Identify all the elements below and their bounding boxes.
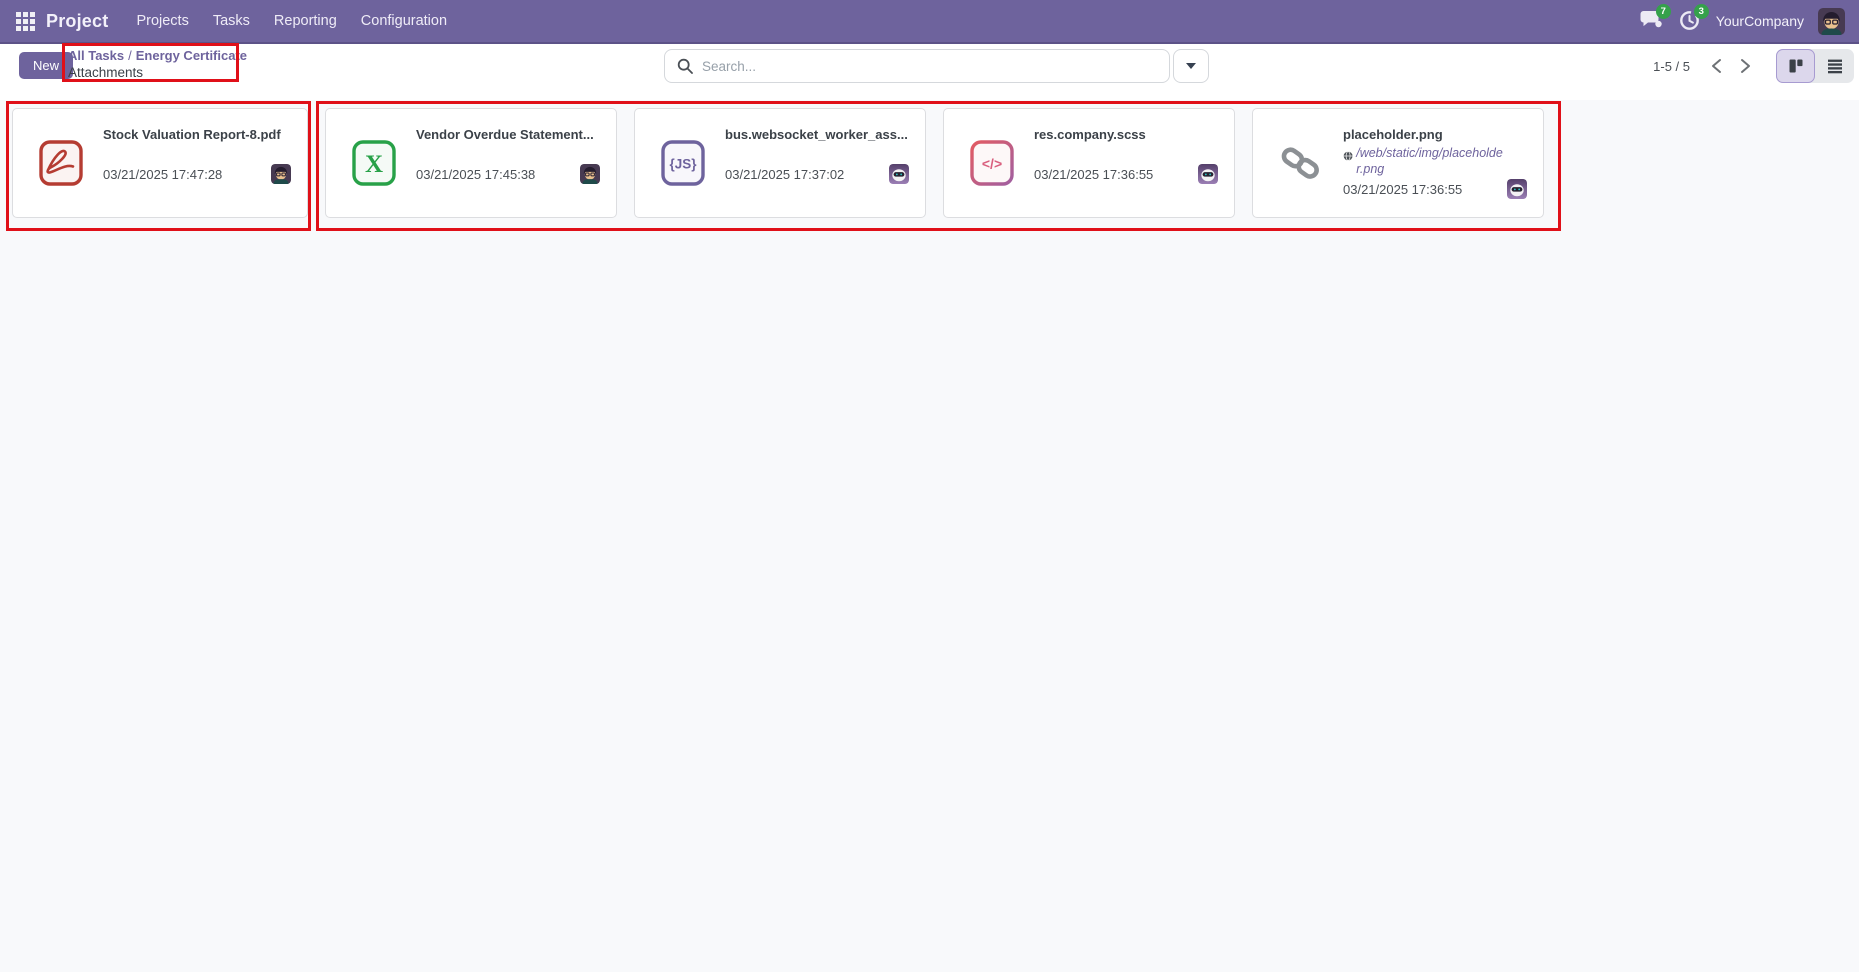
attachment-date: 03/21/2025 17:45:38	[416, 166, 536, 182]
pdf-file-icon	[39, 140, 83, 186]
chevron-left-icon	[1712, 59, 1721, 73]
search-options-toggle[interactable]	[1173, 49, 1209, 83]
search-bar	[664, 49, 1170, 83]
attachment-card-javascript[interactable]: {JS} bus.websocket_worker_ass... 03/21/2…	[634, 108, 926, 218]
attachment-date: 03/21/2025 17:36:55	[1343, 181, 1463, 197]
owner-avatar-user	[580, 164, 600, 184]
new-button[interactable]: New	[19, 52, 74, 79]
topbar-right: 7 3 YourCompany	[1640, 4, 1845, 35]
search-input[interactable]	[702, 58, 1157, 74]
list-view-icon	[1827, 59, 1842, 74]
attachments-kanban: Stock Valuation Report-8.pdf 03/21/2025 …	[0, 100, 1859, 972]
owner-avatar-user	[271, 164, 291, 184]
pager-previous-button[interactable]	[1702, 50, 1731, 82]
attachment-url-row: /web/static/img/placeholder.png	[1343, 145, 1505, 177]
attachment-title: bus.websocket_worker_ass...	[725, 127, 908, 142]
top-menu: Projects Tasks Reporting Configuration	[126, 7, 457, 35]
menu-configuration[interactable]: Configuration	[351, 7, 457, 35]
view-switcher	[1776, 49, 1854, 83]
menu-tasks[interactable]: Tasks	[203, 7, 260, 35]
activities-icon[interactable]: 3	[1678, 4, 1709, 33]
attachment-card-scss[interactable]: </> res.company.scss 03/21/2025 17:36:55	[943, 108, 1235, 218]
control-panel-right: 1-5 / 5	[1653, 49, 1854, 83]
breadcrumb-energy-certificate[interactable]: Energy Certificate	[136, 48, 247, 63]
attachment-url-link[interactable]: /web/static/img/placeholder.png	[1356, 145, 1505, 177]
messages-icon[interactable]: 7	[1640, 4, 1671, 33]
pager-value: 1-5 / 5	[1653, 58, 1690, 74]
menu-projects[interactable]: Projects	[126, 7, 198, 35]
top-navbar: Project Projects Tasks Reporting Configu…	[0, 0, 1859, 44]
control-panel: New All Tasks / Energy Certificate Attachm…	[0, 44, 1859, 100]
owner-avatar-bot	[1198, 164, 1218, 184]
xlsx-file-icon: X	[352, 140, 396, 186]
kanban-view-button[interactable]	[1776, 49, 1815, 83]
chevron-down-icon	[1186, 63, 1196, 69]
attachment-title: Vendor Overdue Statement...	[416, 127, 594, 142]
pager-next-button[interactable]	[1731, 50, 1760, 82]
attachment-card-pdf[interactable]: Stock Valuation Report-8.pdf 03/21/2025 …	[12, 108, 308, 218]
attachment-card-xlsx[interactable]: X Vendor Overdue Statement... 03/21/2025…	[325, 108, 617, 218]
attachment-title: Stock Valuation Report-8.pdf	[103, 127, 281, 142]
attachment-date: 03/21/2025 17:47:28	[103, 166, 223, 182]
attachment-title: res.company.scss	[1034, 127, 1146, 142]
breadcrumb-active-attachments: Attachments	[68, 65, 144, 80]
attachment-card-link[interactable]: placeholder.png /web/static/img/placehol…	[1252, 108, 1544, 218]
svg-text:</>: </>	[982, 156, 1002, 172]
attachment-date: 03/21/2025 17:37:02	[725, 166, 845, 182]
chevron-right-icon	[1741, 59, 1750, 73]
list-view-button[interactable]	[1815, 49, 1854, 83]
kanban-view-icon	[1789, 59, 1802, 73]
search-icon	[677, 58, 693, 74]
globe-icon	[1343, 151, 1353, 161]
owner-avatar-bot	[889, 164, 909, 184]
activities-badge: 3	[1693, 4, 1709, 19]
cards-row: Stock Valuation Report-8.pdf 03/21/2025 …	[12, 108, 1544, 218]
app-name[interactable]: Project	[46, 11, 108, 32]
owner-avatar-bot	[1507, 179, 1527, 199]
apps-grid-icon[interactable]	[14, 10, 36, 32]
svg-text:{JS}: {JS}	[669, 157, 697, 172]
link-chain-icon	[1281, 147, 1319, 179]
breadcrumb-all-tasks[interactable]: All Tasks	[68, 48, 124, 63]
js-file-icon: {JS}	[661, 140, 705, 186]
company-switcher[interactable]: YourCompany	[1716, 13, 1804, 29]
breadcrumb-separator: /	[128, 48, 132, 63]
breadcrumb: All Tasks / Energy Certificate Attachments	[68, 47, 247, 81]
attachment-title: placeholder.png	[1343, 127, 1443, 142]
attachment-date: 03/21/2025 17:36:55	[1034, 166, 1154, 182]
odoo-project-attachments-page: Project Projects Tasks Reporting Configu…	[0, 0, 1859, 972]
messages-badge: 7	[1655, 4, 1671, 19]
menu-reporting[interactable]: Reporting	[264, 7, 347, 35]
user-avatar[interactable]	[1818, 7, 1845, 35]
scss-file-icon: </>	[970, 140, 1014, 186]
svg-text:X: X	[365, 151, 383, 178]
